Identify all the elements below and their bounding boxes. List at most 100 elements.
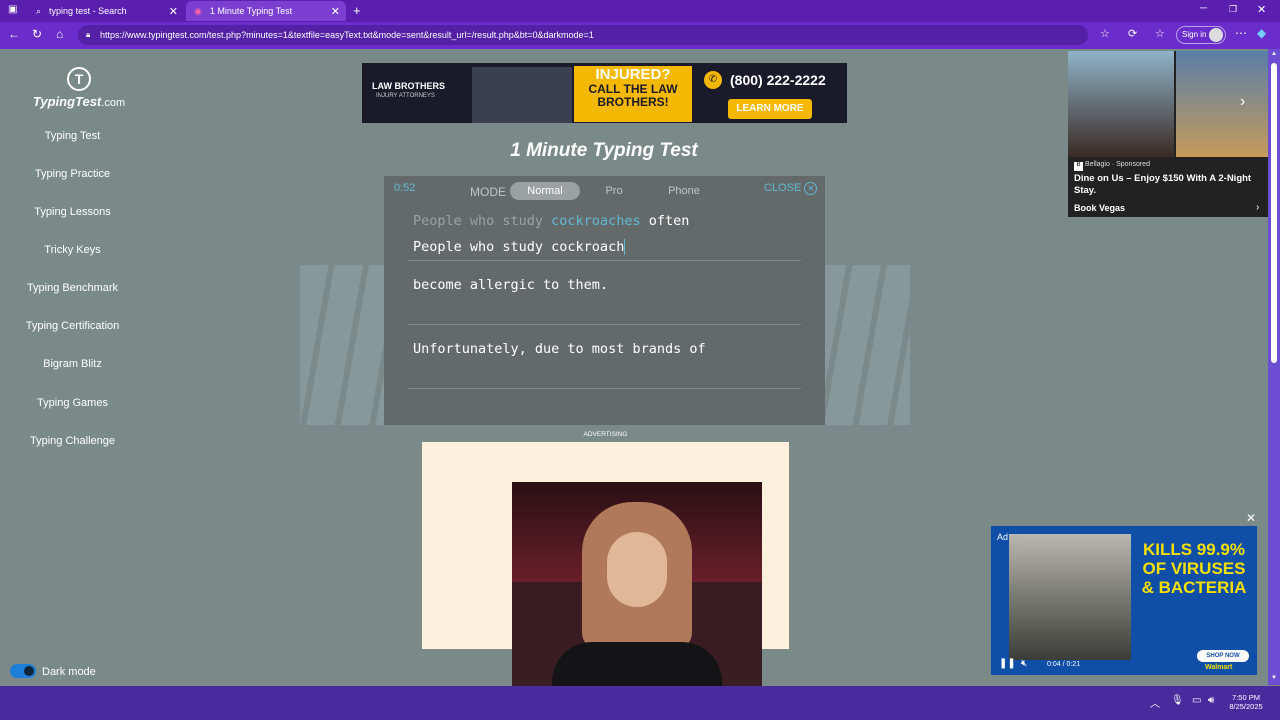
taskbar: ︿ 🎙︎ ▭ 🔊︎ 7:50 PM 8/25/2025 [0,686,1280,720]
clock-time: 7:50 PM [1232,693,1260,702]
back-icon[interactable]: ← [8,27,20,41]
ad-image-dining [1068,51,1174,157]
typing-test-panel: 0:52 MODE Normal Pro Phone CLOSE ✕ Peopl… [384,176,825,425]
display-icon[interactable]: ▭ [1192,695,1201,706]
ad-sponsored: · Sponsored [1111,161,1150,168]
page-title: 1 Minute Typing Test [510,140,698,161]
search-icon: ⌕ [36,5,42,16]
clock-date: 8/25/2025 [1229,702,1263,711]
browser-tab-bar: ▣ ⌕ typing test - Search ✕ ◉ 1 Minute Ty… [0,0,1280,22]
sign-in-label: Sign in [1182,30,1207,39]
mode-phone-button[interactable]: Phone [659,185,709,197]
ad-brand: Bellagio [1084,161,1110,168]
site-logo[interactable]: T TypingTest.com [24,67,134,109]
extensions-icon[interactable]: ⟳ [1128,27,1137,40]
remaining-words: often [640,213,690,229]
favorites-icon[interactable]: ☆ [1155,27,1165,40]
video-ad-headline: KILLS 99.9% OF VIRUSES & BACTERIA [1141,540,1247,597]
ad-cta[interactable]: Book Vegas [1074,203,1125,213]
favicon-icon: ◉ [194,5,202,16]
lock-icon: 🔒︎ [86,30,91,39]
bellagio-ad[interactable]: › B Bellagio · Sponsored Dine on Us – En… [1068,51,1268,217]
logo-icon: T [67,67,91,91]
typed-input-text: People who study cockroach [413,239,625,255]
carousel-next-icon[interactable]: › [1240,93,1245,111]
minimize-icon[interactable]: ─ [1200,3,1207,14]
pause-icon[interactable]: ❚❚ [999,658,1016,669]
ad-sponsor-line: B Bellagio · Sponsored [1074,161,1150,171]
tab-typing-test[interactable]: ◉ 1 Minute Typing Test ✕ [186,1,346,21]
timer: 0:52 [394,182,416,194]
scrollbar-thumb[interactable] [1271,63,1277,363]
ad-image-hotel [1176,51,1268,157]
tab-actions-icon[interactable]: ▣ [8,4,17,15]
tab-search[interactable]: ⌕ typing test - Search ✕ [28,1,184,21]
page-scrollbar[interactable]: ▲ ▼ [1268,49,1280,685]
close-label: CLOSE [764,182,802,194]
banner-injured: INJURED? [574,66,692,83]
mute-icon[interactable]: 🔇︎ [1021,658,1027,669]
nav-typing-benchmark[interactable]: Typing Benchmark [0,282,145,294]
typing-input[interactable]: People who study cockroach [413,239,626,255]
mode-pro-button[interactable]: Pro [589,185,639,197]
nav-typing-practice[interactable]: Typing Practice [0,168,145,180]
url-field[interactable]: 🔒︎ https://www.typingtest.com/test.php?m… [78,25,1088,45]
home-icon[interactable]: ⌂ [56,27,63,41]
nav-tricky-keys[interactable]: Tricky Keys [0,244,145,256]
favorite-star-icon[interactable]: ☆ [1100,27,1110,40]
mode-normal-button[interactable]: Normal [510,182,580,200]
ad-headline: Dine on Us – Enjoy $150 With A 2-Night S… [1074,173,1252,196]
nav-typing-games[interactable]: Typing Games [0,397,145,409]
copilot-icon[interactable]: ◆ [1257,26,1266,40]
video-frame [1009,534,1131,660]
target-line-2: become allergic to them. [413,277,609,293]
divider [408,260,801,261]
chevron-right-icon: › [1256,202,1260,213]
sidebar: T TypingTest.com Typing Test Typing Prac… [0,49,152,685]
target-line-3: Unfortunately, due to most brands of [413,341,706,357]
close-circle-icon: ✕ [804,182,818,195]
sign-in-button[interactable]: Sign in [1176,26,1226,44]
shop-now-button[interactable]: SHOP NOW [1197,650,1249,662]
scroll-up-icon[interactable]: ▲ [1271,51,1277,57]
refresh-icon[interactable]: ↻ [32,27,42,41]
nav-typing-certification[interactable]: Typing Certification [0,320,145,332]
microphone-icon[interactable]: 🎙︎ [1171,695,1184,706]
walmart-brand: Walmart [1205,664,1233,671]
attorneys-photo [472,67,572,123]
clock[interactable]: 7:50 PM 8/25/2025 [1225,693,1267,711]
banner-brand: LAW BROTHERS [372,81,445,91]
dark-mode-toggle[interactable] [10,664,36,678]
nav-typing-test[interactable]: Typing Test [0,130,145,142]
maximize-icon[interactable]: ❐ [1229,4,1237,15]
url-text: https://www.typingtest.com/test.php?minu… [100,30,594,40]
video-time: 0:04 / 0:21 [1047,661,1081,668]
close-test-button[interactable]: CLOSE ✕ [764,182,818,195]
address-bar-row: ← ↻ ⌂ 🔒︎ https://www.typingtest.com/test… [0,22,1280,49]
video-ad[interactable]: Ad KILLS 99.9% OF VIRUSES & BACTERIA SHO… [991,526,1257,675]
tab-label: 1 Minute Typing Test [209,6,293,16]
logo-domain: .com [101,97,126,109]
close-tab-icon[interactable]: ✕ [331,5,340,18]
dark-mode-label: Dark mode [42,666,96,678]
scroll-down-icon[interactable]: ▼ [1271,675,1277,681]
current-word: cockroaches [551,213,641,229]
target-line-1: People who study cockroaches often [413,213,689,229]
law-brothers-banner-ad[interactable]: LAW BROTHERS INJURY ATTORNEYS INJURED? C… [362,63,847,123]
more-menu-icon[interactable]: ⋯ [1235,26,1247,40]
volume-icon[interactable]: 🔊︎ [1208,695,1214,706]
close-ad-icon[interactable]: ✕ [1246,511,1256,525]
banner-brand-sub: INJURY ATTORNEYS [376,93,435,99]
avatar [1209,28,1223,42]
close-tab-icon[interactable]: ✕ [169,5,178,18]
nav-typing-challenge[interactable]: Typing Challenge [0,435,145,447]
new-tab-icon[interactable]: + [353,3,361,18]
main-content: LAW BROTHERS INJURY ATTORNEYS INJURED? C… [152,49,1056,425]
nav-bigram-blitz[interactable]: Bigram Blitz [0,358,145,370]
nav-typing-lessons[interactable]: Typing Lessons [0,206,145,218]
close-window-icon[interactable]: ✕ [1257,3,1266,16]
learn-more-button[interactable]: LEARN MORE [728,99,812,119]
banner-call: CALL THE LAW BROTHERS! [588,82,678,109]
advertising-label: ADVERTISING [583,431,628,438]
tray-chevron-icon[interactable]: ︿ [1150,695,1160,710]
